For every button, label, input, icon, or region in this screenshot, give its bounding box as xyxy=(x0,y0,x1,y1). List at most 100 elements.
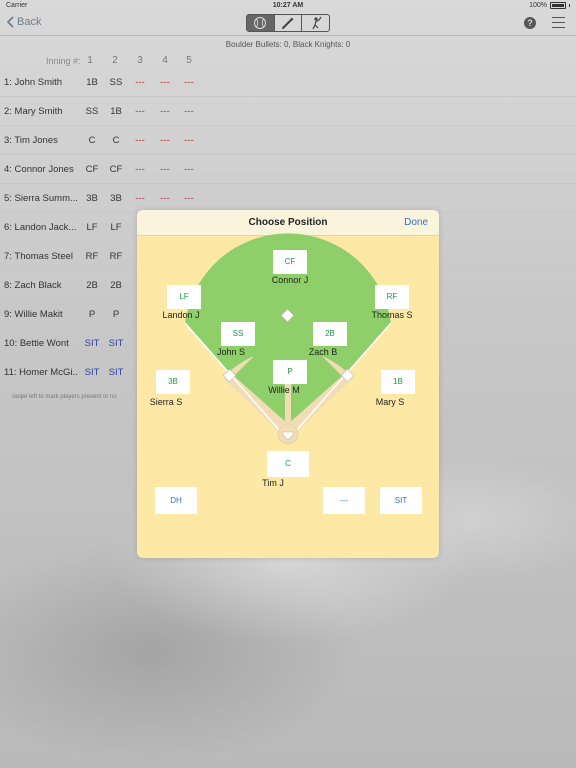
battery-percent: 100% xyxy=(529,2,547,9)
position-cell[interactable]: 1B xyxy=(106,106,126,117)
position-c-button[interactable]: C xyxy=(267,451,309,477)
position-cell[interactable]: CF xyxy=(82,164,102,175)
help-button[interactable]: ? xyxy=(524,17,536,29)
inning-header: Inning #: 1 2 3 4 5 xyxy=(0,55,576,67)
inning-number: 5 xyxy=(186,55,192,66)
table-row[interactable]: 2: Mary Smith SS 1B --- --- --- xyxy=(0,97,576,126)
position-cell[interactable]: LF xyxy=(106,222,126,233)
position-sit-button[interactable]: SIT xyxy=(380,487,422,514)
player-name: 3: Tim Jones xyxy=(4,135,58,146)
position-cell[interactable]: SS xyxy=(106,77,126,88)
position-dh-button[interactable]: DH xyxy=(155,487,197,514)
position-cell[interactable]: --- xyxy=(130,193,150,204)
position-cell[interactable]: SS xyxy=(82,106,102,117)
position-rf-button[interactable]: RF xyxy=(375,285,409,309)
position-cell[interactable]: --- xyxy=(179,106,199,117)
player-name: 8: Zach Black xyxy=(4,280,62,291)
table-row[interactable]: 4: Connor Jones CF CF --- --- --- xyxy=(0,155,576,184)
position-cell[interactable]: --- xyxy=(155,135,175,146)
player-name: 9: Willie Makit xyxy=(4,309,63,320)
position-cell[interactable]: 3B xyxy=(106,193,126,204)
position-cell[interactable]: SIT xyxy=(106,367,126,378)
position-rf-player: Thomas S xyxy=(371,310,413,320)
position-cell[interactable]: LF xyxy=(82,222,102,233)
position-cell[interactable]: --- xyxy=(130,106,150,117)
position-cell[interactable]: CF xyxy=(106,164,126,175)
inning-number: 4 xyxy=(162,55,168,66)
menu-icon[interactable] xyxy=(552,17,565,29)
clock: 10:27 AM xyxy=(272,2,304,9)
position-2b-button[interactable]: 2B xyxy=(313,322,347,346)
position-cell[interactable]: --- xyxy=(155,164,175,175)
position-cell[interactable]: C xyxy=(82,135,102,146)
position-1b-player: Mary S xyxy=(375,397,405,407)
bat-icon xyxy=(282,17,294,29)
choose-position-dialog: Choose Position Done CF Connor J LF Land… xyxy=(137,210,439,558)
segment-field[interactable] xyxy=(247,15,275,31)
position-ss-player: John S xyxy=(216,347,246,357)
position-cell[interactable]: C xyxy=(106,135,126,146)
position-cell[interactable]: 3B xyxy=(82,193,102,204)
position-cell[interactable]: SIT xyxy=(82,338,102,349)
position-cf-player: Connor J xyxy=(271,275,309,285)
position-cell[interactable]: 2B xyxy=(82,280,102,291)
player-name: 1: John Smith xyxy=(4,77,63,88)
inning-number: 3 xyxy=(137,55,143,66)
player-name: 4: Connor Jones xyxy=(4,164,74,175)
position-cell[interactable]: SIT xyxy=(106,338,126,349)
position-cell[interactable]: --- xyxy=(179,77,199,88)
status-bar: Carrier 10:27 AM 100% xyxy=(0,0,576,12)
position-cf-button[interactable]: CF xyxy=(273,250,307,274)
battery-tip xyxy=(569,4,570,7)
position-cell[interactable]: SIT xyxy=(82,367,102,378)
position-cell[interactable]: 2B xyxy=(106,280,126,291)
segment-batting[interactable] xyxy=(275,15,303,31)
player-name: 6: Landon Jack... xyxy=(4,222,77,233)
view-segmented-control xyxy=(246,14,330,32)
player-name: 11: Homer McGi... xyxy=(4,367,78,378)
position-cell[interactable]: --- xyxy=(155,77,175,88)
position-cell[interactable]: RF xyxy=(106,251,126,262)
position-p-button[interactable]: P xyxy=(273,360,307,384)
position-cell[interactable]: --- xyxy=(179,135,199,146)
inning-number: 2 xyxy=(112,55,118,66)
position-1b-button[interactable]: 1B xyxy=(381,370,415,394)
segment-batter[interactable] xyxy=(302,15,329,31)
player-name: 2: Mary Smith xyxy=(4,106,63,117)
position-lf-player: Landon J xyxy=(162,310,200,320)
navigation-bar: Back ? xyxy=(0,12,576,36)
baseball-icon xyxy=(254,17,267,29)
table-row[interactable]: 5: Sierra Summ... 3B 3B --- --- --- xyxy=(0,184,576,213)
battery-status: 100% xyxy=(529,2,570,9)
player-name: 5: Sierra Summ... xyxy=(4,193,78,204)
back-label: Back xyxy=(17,16,42,28)
position-cell[interactable]: --- xyxy=(155,106,175,117)
position-cell[interactable]: P xyxy=(106,309,126,320)
position-ss-button[interactable]: SS xyxy=(221,322,255,346)
position-cell[interactable]: --- xyxy=(130,77,150,88)
position-cell[interactable]: 1B xyxy=(82,77,102,88)
lineup-screen: Carrier 10:27 AM 100% Back ? Boulder Bul… xyxy=(0,0,576,768)
position-cell[interactable]: --- xyxy=(155,193,175,204)
swipe-hint: swipe left to mark players present or no xyxy=(12,394,117,400)
batter-icon xyxy=(312,16,322,30)
position-cell[interactable]: --- xyxy=(130,135,150,146)
battery-icon xyxy=(550,2,566,9)
position-cell[interactable]: RF xyxy=(82,251,102,262)
back-button[interactable]: Back xyxy=(6,16,41,28)
inning-number: 1 xyxy=(87,55,93,66)
position-3b-button[interactable]: 3B xyxy=(156,370,190,394)
position-lf-button[interactable]: LF xyxy=(167,285,201,309)
position-cell[interactable]: --- xyxy=(179,193,199,204)
position-cell[interactable]: --- xyxy=(179,164,199,175)
position-none-button[interactable]: --- xyxy=(323,487,365,514)
position-3b-player: Sierra S xyxy=(149,397,183,407)
position-c-player: Tim J xyxy=(262,478,284,488)
position-cell[interactable]: P xyxy=(82,309,102,320)
inning-label: Inning #: xyxy=(46,56,81,66)
player-name: 10: Bettie Wont xyxy=(4,338,69,349)
player-name: 7: Thomas Steel xyxy=(4,251,74,262)
table-row[interactable]: 3: Tim Jones C C --- --- --- xyxy=(0,126,576,155)
position-cell[interactable]: --- xyxy=(130,164,150,175)
table-row[interactable]: 1: John Smith 1B SS --- --- --- xyxy=(0,68,576,97)
